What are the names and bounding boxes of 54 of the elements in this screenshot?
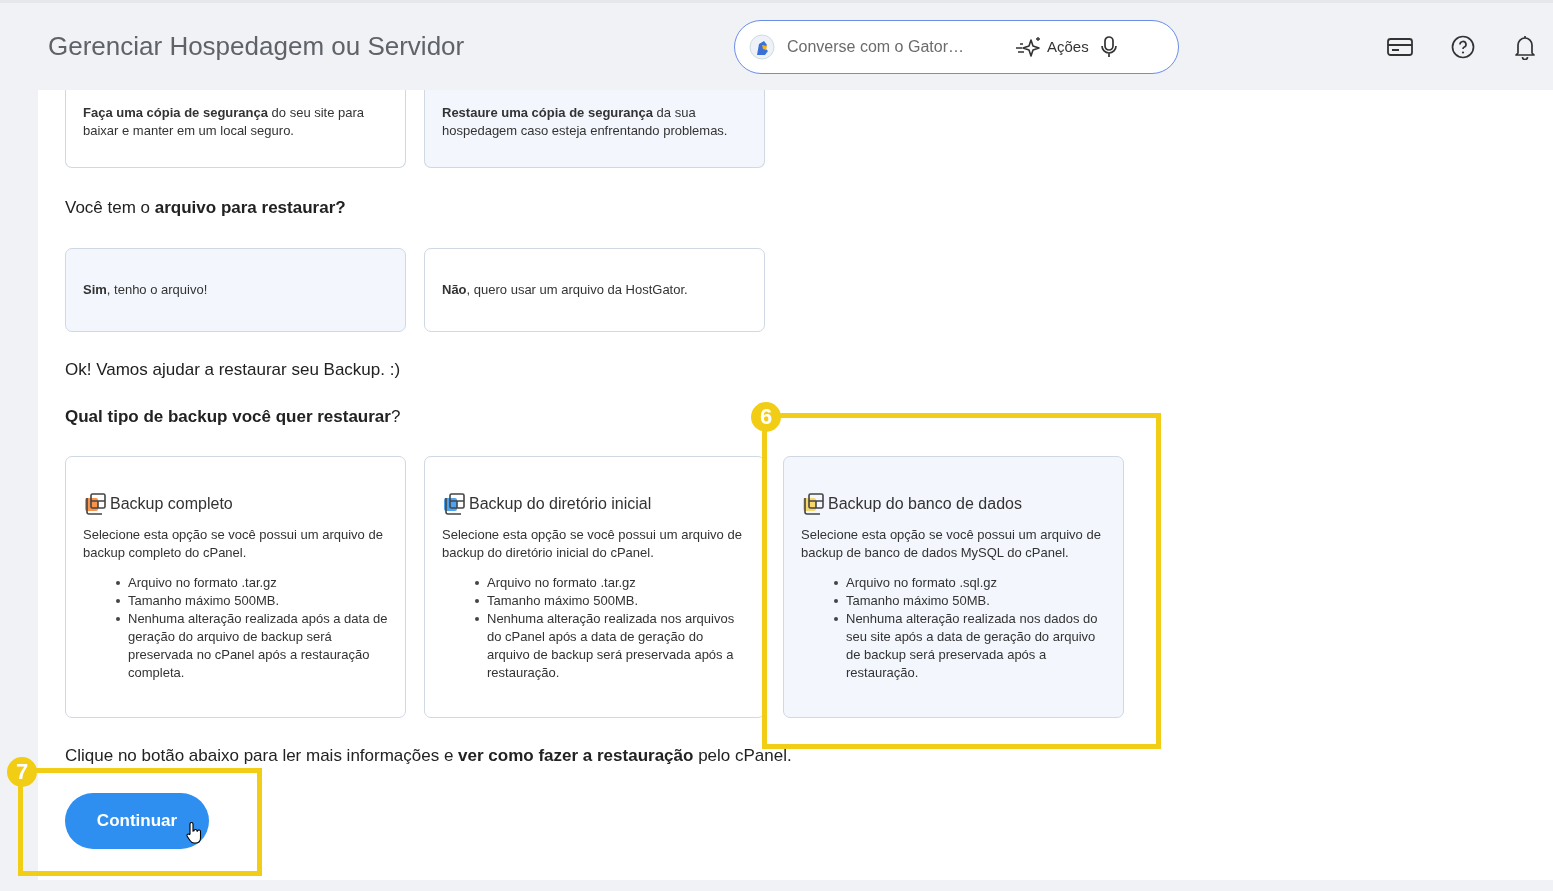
- page-title: Gerenciar Hospedagem ou Servidor: [48, 31, 466, 62]
- notification-bell-icon[interactable]: [1513, 33, 1537, 60]
- question-text: Qual tipo de backup você quer restaurar?: [65, 407, 401, 426]
- requirement-item: Arquivo no formato .tar.gz: [128, 574, 278, 592]
- hand-cursor-icon: [185, 821, 203, 845]
- requirement-item: Nenhuma alteração realizada após a data de geração do arquivo de backup será preservada no cPanel após a restauração completa.: [128, 610, 388, 682]
- bullet-dot-icon: [834, 617, 838, 621]
- question-text: Você tem o arquivo para restaurar?: [65, 198, 346, 217]
- requirement-item: Tamanho máximo 50MB.: [846, 592, 991, 610]
- option-card[interactable]: Restaure uma cópia de segurança da sua hospedagem caso esteja enfrentando problemas.: [424, 90, 765, 168]
- card-title: Backup do diretório inicial: [469, 495, 652, 513]
- step-number: 6: [751, 402, 781, 432]
- card-description: Faça uma cópia de segurança do seu site para baixar e manter em um local seguro.: [83, 105, 365, 138]
- bullet-dot-icon: [834, 581, 838, 585]
- message-text: Ok! Vamos ajudar a restaurar seu Backup. :): [65, 360, 401, 379]
- option-label: Sim, tenho o arquivo!: [83, 281, 208, 299]
- backup-type-card[interactable]: [424, 456, 765, 718]
- backup-icon: [83, 492, 107, 516]
- sparkle-icon: [1015, 35, 1041, 58]
- card-title: Backup completo: [110, 495, 233, 513]
- card-description: Selecione esta opção se você possui um arquivo de backup de banco de dados MySQL do cPanel.: [801, 526, 1102, 562]
- help-icon[interactable]: [1451, 34, 1475, 59]
- microphone-icon[interactable]: [1098, 34, 1119, 59]
- credit-card-icon[interactable]: [1387, 36, 1413, 57]
- actions-button[interactable]: Ações: [1015, 35, 1089, 58]
- bullet-dot-icon: [116, 617, 120, 621]
- bullet-dot-icon: [475, 617, 479, 621]
- requirement-item: Tamanho máximo 500MB.: [128, 592, 280, 610]
- card-title: Backup do banco de dados: [828, 495, 1022, 513]
- backup-type-card[interactable]: [65, 456, 406, 718]
- chat-field[interactable]: Converse com o Gator… Ações: [734, 19, 1179, 74]
- backup-icon: [442, 492, 466, 516]
- backup-icon: [801, 492, 825, 516]
- backup-type-card[interactable]: [783, 456, 1124, 718]
- option-card[interactable]: Sim, tenho o arquivo!: [65, 248, 406, 332]
- bullet-dot-icon: [834, 599, 838, 603]
- requirement-item: Arquivo no formato .sql.gz: [846, 574, 999, 592]
- bullet-dot-icon: [475, 599, 479, 603]
- instruction-text: Clique no botão abaixo para ler mais informações e ver como fazer a restauração pelo cPanel.: [65, 746, 792, 765]
- step-number: 7: [7, 757, 37, 787]
- requirement-item: Tamanho máximo 500MB.: [487, 592, 639, 610]
- option-card[interactable]: Não, quero usar um arquivo da HostGator.: [424, 248, 765, 332]
- requirement-item: Nenhuma alteração realizada nos dados do seu site após a data de geração do arquivo de backup será preservada após a restauração.: [846, 610, 1099, 682]
- card-description: Restaure uma cópia de segurança da sua hospedagem caso esteja enfrentando problemas.: [442, 105, 728, 138]
- option-card[interactable]: Faça uma cópia de segurança do seu site para baixar e manter em um local seguro.: [65, 90, 406, 168]
- card-description: Selecione esta opção se você possui um arquivo de backup completo do cPanel.: [83, 526, 384, 562]
- requirement-item: Nenhuma alteração realizada nos arquivos do cPanel após a data de geração do arquivo de backup será preservada após a restauração.: [487, 610, 736, 682]
- card-description: Selecione esta opção se você possui um arquivo de backup do diretório inicial do cPanel.: [442, 526, 743, 562]
- requirement-item: Arquivo no formato .tar.gz: [487, 574, 637, 592]
- bullet-dot-icon: [475, 581, 479, 585]
- bullet-dot-icon: [116, 581, 120, 585]
- bullet-dot-icon: [116, 599, 120, 603]
- mascot-avatar-icon: [749, 33, 775, 60]
- option-label: Não, quero usar um arquivo da HostGator.: [442, 281, 688, 299]
